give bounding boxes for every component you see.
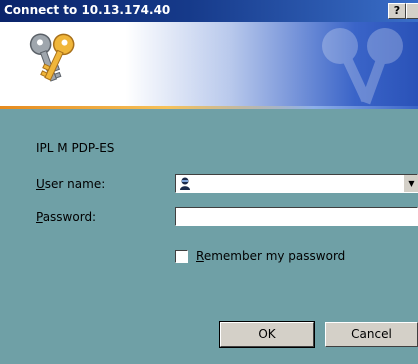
chevron-down-icon: ▼ [408, 179, 415, 188]
remember-accesskey: R [196, 249, 204, 263]
remember-label-rest: emember my password [203, 249, 346, 263]
remember-password-checkbox[interactable] [175, 250, 188, 263]
ok-button[interactable]: OK [219, 321, 315, 348]
keys-watermark-icon [322, 28, 403, 105]
username-label-rest: ser name: [44, 177, 106, 191]
title-bar[interactable]: Connect to 10.13.174.40 ? [0, 0, 418, 22]
username-label: User name: [36, 177, 105, 191]
realm-text: IPL M PDP-ES [36, 141, 115, 155]
connect-dialog: Connect to 10.13.174.40 ? IPL M PDP-ES U… [0, 0, 418, 364]
username-field[interactable]: ▼ [175, 174, 418, 193]
password-accesskey: P [36, 210, 43, 224]
remember-password-label[interactable]: Remember my password [196, 249, 345, 263]
user-icon [180, 177, 190, 190]
close-button[interactable] [406, 3, 418, 19]
password-label-rest: assword: [42, 210, 97, 224]
banner [0, 22, 418, 106]
username-dropdown-button[interactable]: ▼ [403, 175, 418, 192]
window-title: Connect to 10.13.174.40 [4, 3, 171, 17]
banner-stripe [0, 106, 418, 109]
keys-icon [29, 33, 75, 82]
username-accesskey: U [36, 177, 45, 191]
password-field[interactable] [175, 207, 418, 226]
password-label: Password: [36, 210, 96, 224]
help-button[interactable]: ? [388, 3, 406, 19]
cancel-button[interactable]: Cancel [325, 322, 418, 347]
